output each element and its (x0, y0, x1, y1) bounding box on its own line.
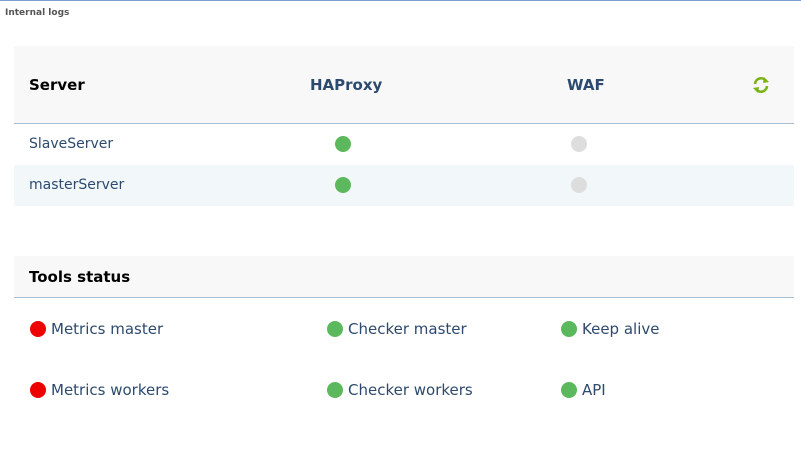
column-header-haproxy: HAProxy (310, 76, 383, 94)
internal-logs-panel: Internal logs Server HAProxy WAF SlaveSe… (0, 0, 801, 457)
status-dot (30, 321, 46, 337)
status-dot (327, 382, 343, 398)
tool-status-item: Metrics workers (30, 380, 169, 400)
haproxy-status-dot (335, 136, 351, 152)
tool-status-item: API (561, 380, 606, 400)
status-dot (30, 382, 46, 398)
tool-label: Keep alive (582, 320, 660, 338)
waf-status-dot (571, 136, 587, 152)
server-name-link[interactable]: masterServer (29, 177, 124, 193)
tools-status-header: Tools status (14, 256, 794, 298)
server-name-link[interactable]: SlaveServer (29, 136, 113, 152)
table-row: masterServer (14, 165, 794, 206)
table-row: SlaveServer (14, 124, 794, 165)
tool-label: Checker workers (348, 381, 473, 399)
panel-title: Internal logs (5, 8, 70, 18)
tool-label: Metrics workers (51, 381, 170, 399)
column-header-waf: WAF (567, 76, 605, 94)
tool-status-item: Keep alive (561, 319, 659, 339)
tool-status-item: Checker workers (327, 380, 473, 400)
tool-label: Checker master (348, 320, 467, 338)
haproxy-status-dot (335, 177, 351, 193)
status-dot (327, 321, 343, 337)
tools-status-title: Tools status (29, 268, 131, 286)
waf-status-dot (571, 177, 587, 193)
servers-table: Server HAProxy WAF SlaveServer masterSer… (14, 46, 794, 206)
column-header-server: Server (29, 76, 85, 94)
servers-table-header: Server HAProxy WAF (14, 46, 794, 124)
tool-status-item: Metrics master (30, 319, 163, 339)
status-dot (561, 321, 577, 337)
tools-status-section: Tools status Metrics master Checker mast… (14, 256, 794, 399)
tool-label: API (582, 381, 606, 399)
tool-label: Metrics master (51, 320, 164, 338)
tool-status-item: Checker master (327, 319, 467, 339)
refresh-icon[interactable] (752, 76, 770, 94)
status-dot (561, 382, 577, 398)
